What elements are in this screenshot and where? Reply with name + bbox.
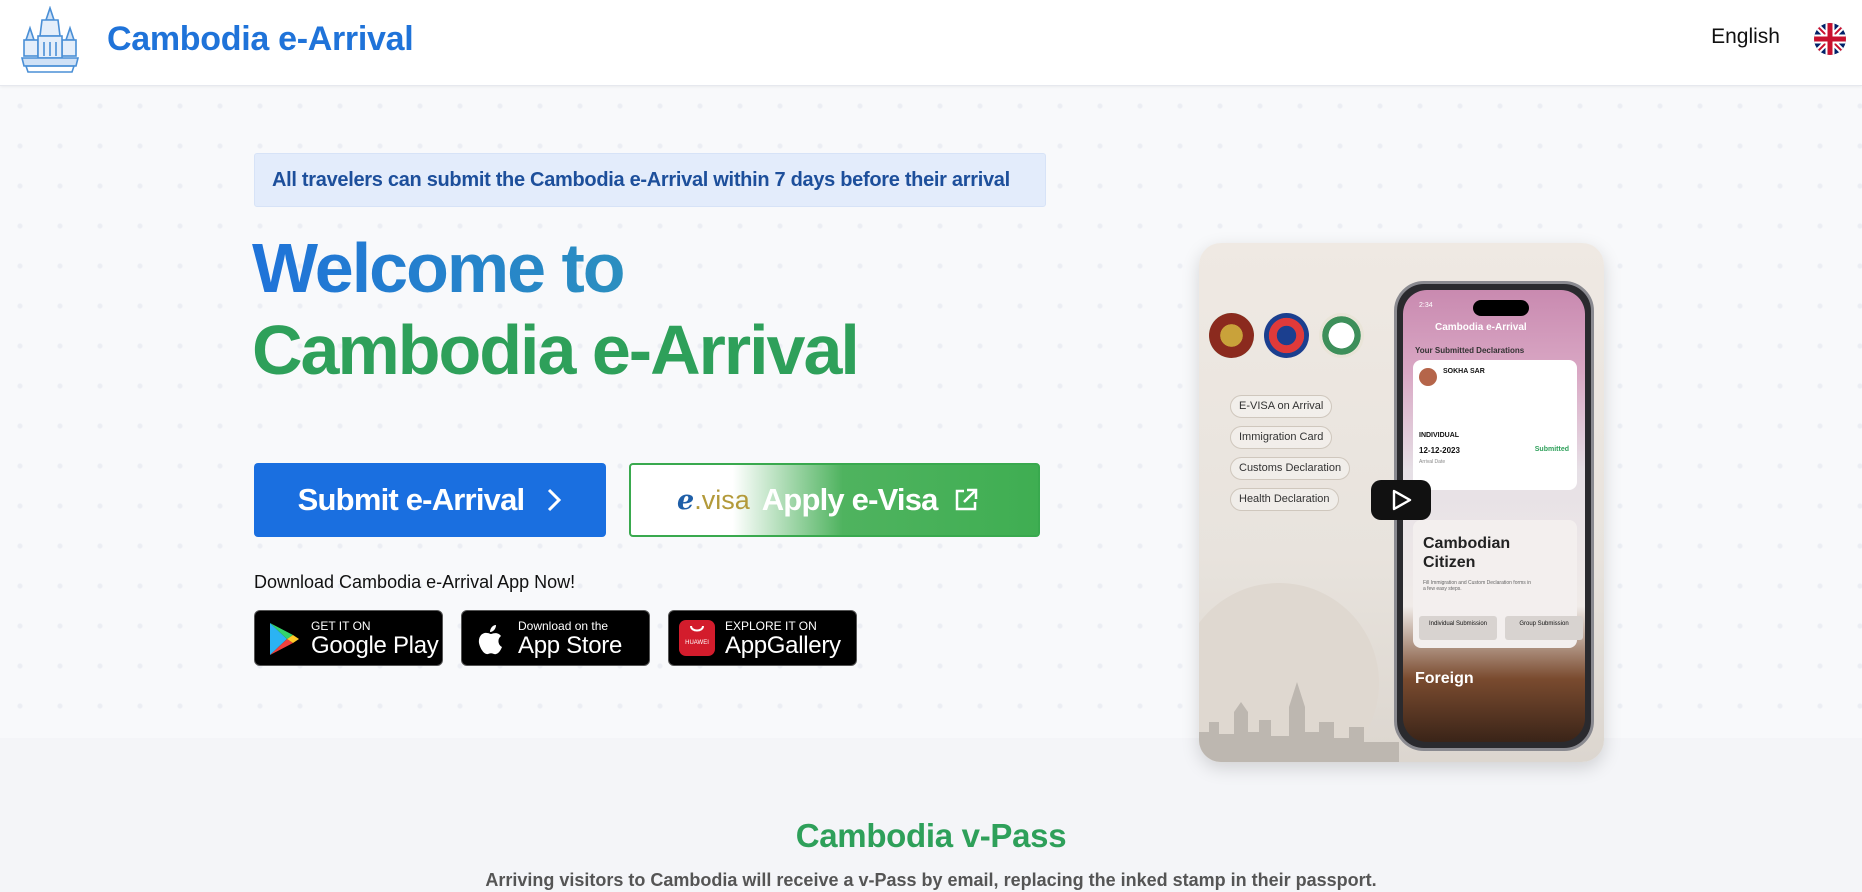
play-video-button[interactable]: [1371, 480, 1431, 520]
phone-app-title: Cambodia e-Arrival: [1435, 322, 1527, 333]
group-submission-button: Group Submission: [1505, 616, 1583, 640]
declaration-date: 12-12-2023: [1419, 446, 1460, 455]
welcome-heading-line1: Welcome to: [252, 229, 626, 307]
app-store-small-text: Download on the: [518, 619, 609, 633]
phone-section-title: Your Submitted Declarations: [1415, 346, 1525, 355]
external-link-icon: [955, 488, 977, 511]
promo-video-card[interactable]: E-VISA on Arrival Immigration Card Custo…: [1199, 243, 1604, 762]
avatar: [1419, 368, 1437, 386]
ministry-seal-icon: [1209, 313, 1254, 358]
app-store-big-text: App Store: [518, 632, 623, 659]
pill-evisa-on-arrival: E-VISA on Arrival: [1230, 395, 1333, 418]
download-app-text: Download Cambodia e-Arrival App Now!: [254, 572, 576, 592]
pill-immigration-card: Immigration Card: [1230, 426, 1333, 449]
play-icon: [1392, 489, 1412, 511]
google-play-small-text: GET IT ON: [311, 619, 371, 633]
huawei-icon: HUAWEI: [679, 620, 715, 656]
submit-button-label: Submit e-Arrival: [297, 482, 525, 517]
notice-text: All travelers can submit the Cambodia e-…: [272, 169, 1010, 191]
citizen-description: Fill Immigration and Custom Declaration …: [1423, 580, 1532, 592]
cambodian-citizen-card: Cambodian Citizen Fill Immigration and C…: [1413, 520, 1583, 648]
declaration-arrival-label: Arrival Date: [1419, 459, 1446, 465]
app-gallery-badge[interactable]: HUAWEI EXPLORE IT ON AppGallery: [668, 610, 857, 666]
apply-e-visa-label: Apply e-Visa: [761, 482, 939, 517]
vpass-title: Cambodia v-Pass: [795, 817, 1067, 854]
evisa-logo: e.visa: [677, 484, 750, 516]
individual-submission-button: Individual Submission: [1419, 616, 1497, 640]
declaration-name: SOKHA SAR: [1443, 368, 1485, 375]
app-gallery-big-text: AppGallery: [725, 632, 841, 659]
site-header: Cambodia e-Arrival English: [0, 0, 1862, 86]
apple-icon: [478, 625, 502, 655]
pill-customs-declaration: Customs Declaration: [1230, 457, 1351, 480]
google-play-big-text: Google Play: [311, 632, 439, 659]
pill-health-declaration: Health Declaration: [1230, 488, 1339, 511]
brand-title[interactable]: Cambodia e-Arrival: [107, 20, 414, 59]
app-store-badge[interactable]: Download on the App Store: [461, 610, 650, 666]
language-selector-label[interactable]: English: [1711, 25, 1780, 49]
foreign-card-title: Foreign: [1415, 670, 1474, 687]
angkor-wat-emblem-icon[interactable]: [20, 5, 80, 74]
immigration-seal-icon: [1264, 313, 1309, 358]
google-play-badge[interactable]: GET IT ON Google Play: [254, 610, 443, 666]
declaration-status: Submitted: [1534, 446, 1569, 453]
apply-e-visa-button[interactable]: e.visa Apply e-Visa: [629, 463, 1040, 537]
notice-banner: All travelers can submit the Cambodia e-…: [254, 153, 1046, 207]
phone-screen: 2:34 Cambodia e-Arrival Your Submitted D…: [1403, 290, 1585, 742]
welcome-heading-line2: Cambodia e-Arrival: [252, 311, 860, 389]
declaration-card: SOKHA SAR INDIVIDUAL 12-12-2023 Arrival …: [1413, 360, 1577, 490]
submit-e-arrival-button[interactable]: Submit e-Arrival: [254, 463, 606, 537]
vpass-description: Arriving visitors to Cambodia will recei…: [485, 870, 1377, 890]
citizen-title: Cambodian Citizen: [1423, 535, 1511, 571]
phone-time: 2:34: [1419, 302, 1433, 309]
google-play-icon: [270, 623, 299, 655]
dynamic-island: [1473, 300, 1529, 316]
declaration-type: INDIVIDUAL: [1419, 432, 1460, 439]
temple-skyline-illustration: [1199, 682, 1399, 762]
health-seal-icon: [1319, 313, 1364, 358]
app-gallery-small-text: EXPLORE IT ON: [725, 619, 817, 633]
uk-flag-icon[interactable]: [1814, 23, 1846, 55]
huawei-icon-text: HUAWEI: [685, 640, 709, 646]
chevron-right-icon: [548, 488, 562, 512]
